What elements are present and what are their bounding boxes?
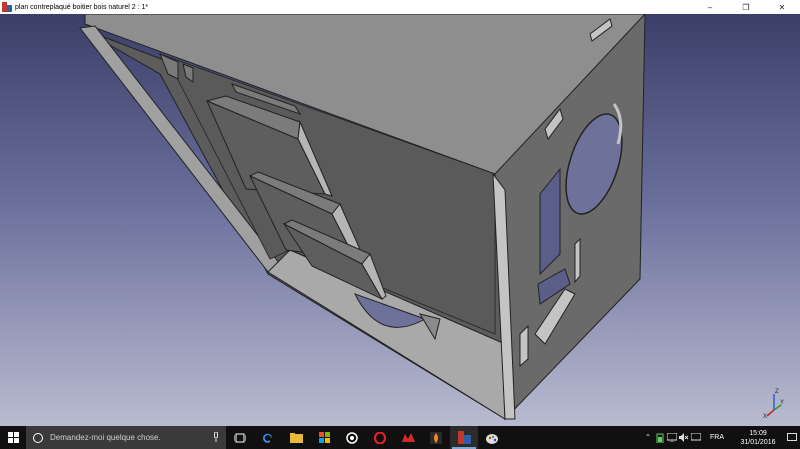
3d-viewport[interactable]: Z Y X [0,14,800,426]
axis-y-label: Y [780,400,784,406]
system-tray: ⌃ FRA 15:09 31/01/2016 [642,426,800,449]
window-title-bar: plan contreplaqué boitier bois naturel 2… [0,0,800,14]
battery-icon[interactable] [654,426,666,449]
notifications-icon[interactable] [784,426,800,449]
freecad-button[interactable] [450,426,478,449]
opening-upper-frame [574,237,581,284]
paint-icon [485,433,498,444]
cortana-icon [33,432,43,443]
chevron-up-icon[interactable]: ⌃ [642,426,654,449]
flame-icon [430,431,442,444]
store-icon [318,432,330,443]
message-icon[interactable] [690,426,702,449]
paint-app-button[interactable] [478,426,506,449]
clock[interactable]: 15:09 31/01/2016 [732,429,784,447]
clock-date: 31/01/2016 [740,438,776,446]
task-view-button[interactable] [226,426,254,449]
volume-muted-icon[interactable] [678,426,690,449]
axis-z-label: Z [775,389,779,395]
axis-navigation-icon[interactable]: Z Y X [762,384,786,418]
circle-app-icon [346,431,358,444]
3d-model-view[interactable] [0,14,800,426]
windows-logo-icon [7,432,19,443]
taskbar: Demandez-moi quelque chose. ⌃ FRA 15:09 … [0,426,800,449]
folder-icon [289,432,303,443]
red-app-icon [401,433,415,442]
file-explorer-button[interactable] [282,426,310,449]
network-icon[interactable] [666,426,678,449]
minimize-button[interactable]: – [692,0,728,14]
language-indicator[interactable]: FRA [702,434,732,441]
flame-app-button[interactable] [422,426,450,449]
freecad-icon [457,431,471,444]
opera-button[interactable] [366,426,394,449]
search-placeholder: Demandez-moi quelque chose. [50,433,161,442]
task-view-icon [234,433,246,442]
close-button[interactable]: ✕ [764,0,800,14]
freecad-app-icon [2,2,12,12]
search-box[interactable]: Demandez-moi quelque chose. [26,426,226,449]
window-title: plan contreplaqué boitier bois naturel 2… [15,3,149,11]
start-button[interactable] [0,426,26,449]
opera-icon [374,431,386,444]
axis-x-label: X [763,414,767,418]
edge-button[interactable] [254,426,282,449]
microphone-icon[interactable] [213,432,219,442]
red-app-button[interactable] [394,426,422,449]
circle-app-button[interactable] [338,426,366,449]
edge-icon [263,433,272,443]
store-button[interactable] [310,426,338,449]
maximize-button[interactable]: ❐ [728,0,764,14]
clock-time: 15:09 [749,429,767,437]
